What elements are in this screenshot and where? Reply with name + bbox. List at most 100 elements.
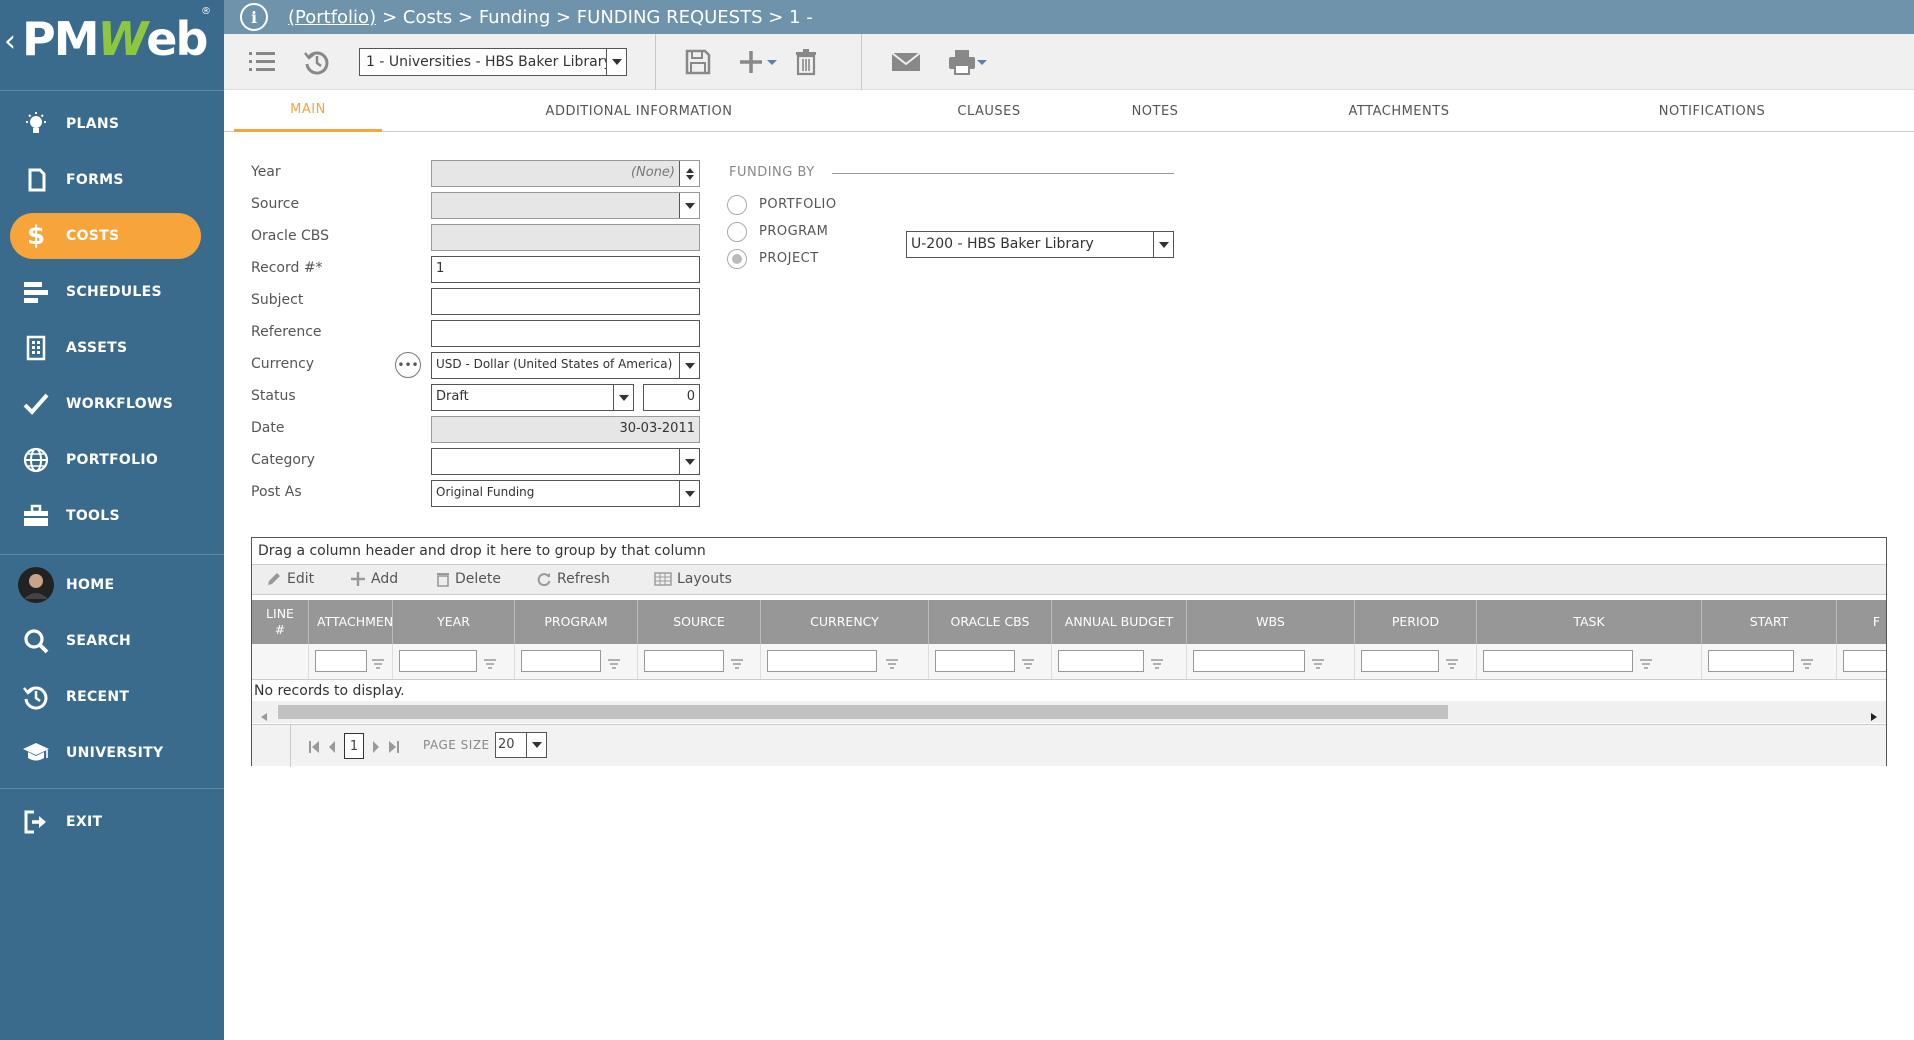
reference-input[interactable]: [431, 320, 700, 347]
sidebar-item-plans[interactable]: PLANS: [10, 101, 201, 147]
sidebar-item-forms[interactable]: FORMS: [10, 157, 201, 203]
year-field[interactable]: (None): [431, 160, 700, 187]
chevron-down-icon[interactable]: [679, 449, 699, 474]
filter-input[interactable]: [644, 650, 724, 672]
filter-input[interactable]: [1058, 650, 1144, 672]
sidebar-item-tools[interactable]: TOOLS: [10, 493, 201, 539]
category-select[interactable]: [431, 448, 700, 475]
filter-input[interactable]: [521, 650, 601, 672]
chevron-down-icon[interactable]: [606, 49, 626, 75]
record-number-input[interactable]: 1: [431, 256, 700, 283]
back-chevron-icon[interactable]: ‹: [4, 24, 16, 59]
filter-input[interactable]: [1193, 650, 1305, 672]
more-options-icon[interactable]: •••: [395, 352, 421, 378]
next-page-icon[interactable]: [372, 739, 380, 758]
column-header-start[interactable]: START: [1702, 600, 1837, 644]
add-dropdown-icon[interactable]: [764, 46, 780, 78]
sidebar-item-recent[interactable]: RECENT: [10, 674, 201, 720]
filter-input[interactable]: [1708, 650, 1794, 672]
subject-input[interactable]: [431, 288, 700, 315]
sidebar-item-exit[interactable]: EXIT: [10, 799, 201, 845]
filter-input[interactable]: [767, 650, 877, 672]
filter-input[interactable]: [935, 650, 1015, 672]
column-header-task[interactable]: TASK: [1477, 600, 1702, 644]
breadcrumb-portfolio-link[interactable]: (Portfolio): [288, 7, 376, 28]
delete-icon[interactable]: [790, 46, 822, 78]
filter-icon[interactable]: [1311, 654, 1325, 673]
project-select[interactable]: U-200 - HBS Baker Library: [906, 231, 1174, 258]
pmweb-logo[interactable]: ‹ PMWeb ®: [0, 0, 224, 90]
column-header-f[interactable]: F: [1837, 600, 1886, 644]
save-icon[interactable]: [682, 46, 714, 78]
filter-icon[interactable]: [607, 654, 621, 673]
column-header-year[interactable]: YEAR: [393, 600, 515, 644]
filter-icon[interactable]: [885, 654, 899, 673]
column-header-source[interactable]: SOURCE: [638, 600, 761, 644]
info-icon[interactable]: i: [240, 3, 268, 31]
currency-select[interactable]: USD - Dollar (United States of America): [431, 352, 700, 379]
filter-icon[interactable]: [1800, 654, 1814, 673]
grid-edit-button[interactable]: Edit: [266, 571, 314, 587]
grid-add-button[interactable]: Add: [350, 571, 398, 587]
column-header-line[interactable]: LINE #: [252, 600, 309, 644]
column-header-program[interactable]: PROGRAM: [515, 600, 638, 644]
sidebar-item-home[interactable]: HOME: [10, 562, 201, 608]
previous-page-icon[interactable]: [328, 739, 336, 758]
chevron-down-icon[interactable]: [679, 193, 699, 218]
record-select[interactable]: 1 - Universities - HBS Baker Library - 1: [359, 48, 627, 76]
sidebar-item-portfolio[interactable]: PORTFOLIO: [10, 437, 201, 483]
filter-input[interactable]: [1843, 650, 1886, 672]
page-size-select[interactable]: 20: [495, 732, 547, 758]
column-header-wbs[interactable]: WBS: [1187, 600, 1355, 644]
tab-clauses[interactable]: CLAUSES: [924, 90, 1054, 132]
sidebar-item-costs[interactable]: $ COSTS: [10, 213, 201, 259]
filter-icon[interactable]: [1639, 654, 1653, 673]
horizontal-scrollbar[interactable]: [252, 701, 1886, 723]
sidebar-item-schedules[interactable]: SCHEDULES: [10, 269, 201, 315]
tab-main[interactable]: MAIN: [234, 90, 382, 132]
group-by-drop-zone[interactable]: Drag a column header and drop it here to…: [252, 538, 1886, 565]
radio-project[interactable]: [727, 249, 747, 269]
chevron-down-icon[interactable]: [526, 733, 546, 757]
grid-delete-button[interactable]: Delete: [436, 571, 501, 587]
grid-refresh-button[interactable]: Refresh: [536, 571, 610, 587]
filter-icon[interactable]: [483, 654, 497, 673]
filter-input[interactable]: [399, 650, 477, 672]
chevron-down-icon[interactable]: [679, 353, 699, 378]
status-select[interactable]: Draft: [431, 384, 634, 411]
history-icon[interactable]: [301, 46, 333, 78]
sidebar-item-workflows[interactable]: WORKFLOWS: [10, 381, 201, 427]
filter-input[interactable]: [315, 650, 367, 672]
sidebar-item-assets[interactable]: ASSETS: [10, 325, 201, 371]
filter-icon[interactable]: [1445, 654, 1459, 673]
radio-program[interactable]: [727, 222, 747, 242]
column-header-attachment[interactable]: ATTACHMENT: [309, 600, 393, 644]
chevron-down-icon[interactable]: [613, 385, 633, 410]
post-as-select[interactable]: Original Funding: [431, 480, 700, 507]
sidebar-item-search[interactable]: SEARCH: [10, 618, 201, 664]
chevron-down-icon[interactable]: [679, 481, 699, 506]
source-select[interactable]: [431, 192, 700, 219]
status-number-input[interactable]: 0: [643, 384, 700, 411]
column-header-oracle-cbs[interactable]: ORACLE CBS: [929, 600, 1052, 644]
spinner-icon[interactable]: [679, 161, 699, 186]
tab-attachments[interactable]: ATTACHMENTS: [1324, 90, 1474, 132]
filter-input[interactable]: [1483, 650, 1633, 672]
sidebar-item-university[interactable]: UNIVERSITY: [10, 730, 201, 776]
email-icon[interactable]: [890, 46, 922, 78]
radio-portfolio[interactable]: [727, 195, 747, 215]
filter-icon[interactable]: [730, 654, 744, 673]
current-page-number[interactable]: 1: [344, 733, 364, 759]
tab-notifications[interactable]: NOTIFICATIONS: [1624, 90, 1800, 132]
grid-layouts-button[interactable]: Layouts: [654, 571, 732, 587]
filter-input[interactable]: [1361, 650, 1439, 672]
tab-additional-information[interactable]: ADDITIONAL INFORMATION: [524, 90, 754, 132]
print-dropdown-icon[interactable]: [974, 46, 990, 78]
filter-icon[interactable]: [1150, 654, 1164, 673]
column-header-annual-budget[interactable]: ANNUAL BUDGET: [1052, 600, 1187, 644]
filter-icon[interactable]: [371, 654, 385, 673]
chevron-down-icon[interactable]: [1153, 232, 1173, 257]
first-page-icon[interactable]: [308, 739, 320, 758]
last-page-icon[interactable]: [388, 739, 400, 758]
column-header-period[interactable]: PERIOD: [1355, 600, 1477, 644]
